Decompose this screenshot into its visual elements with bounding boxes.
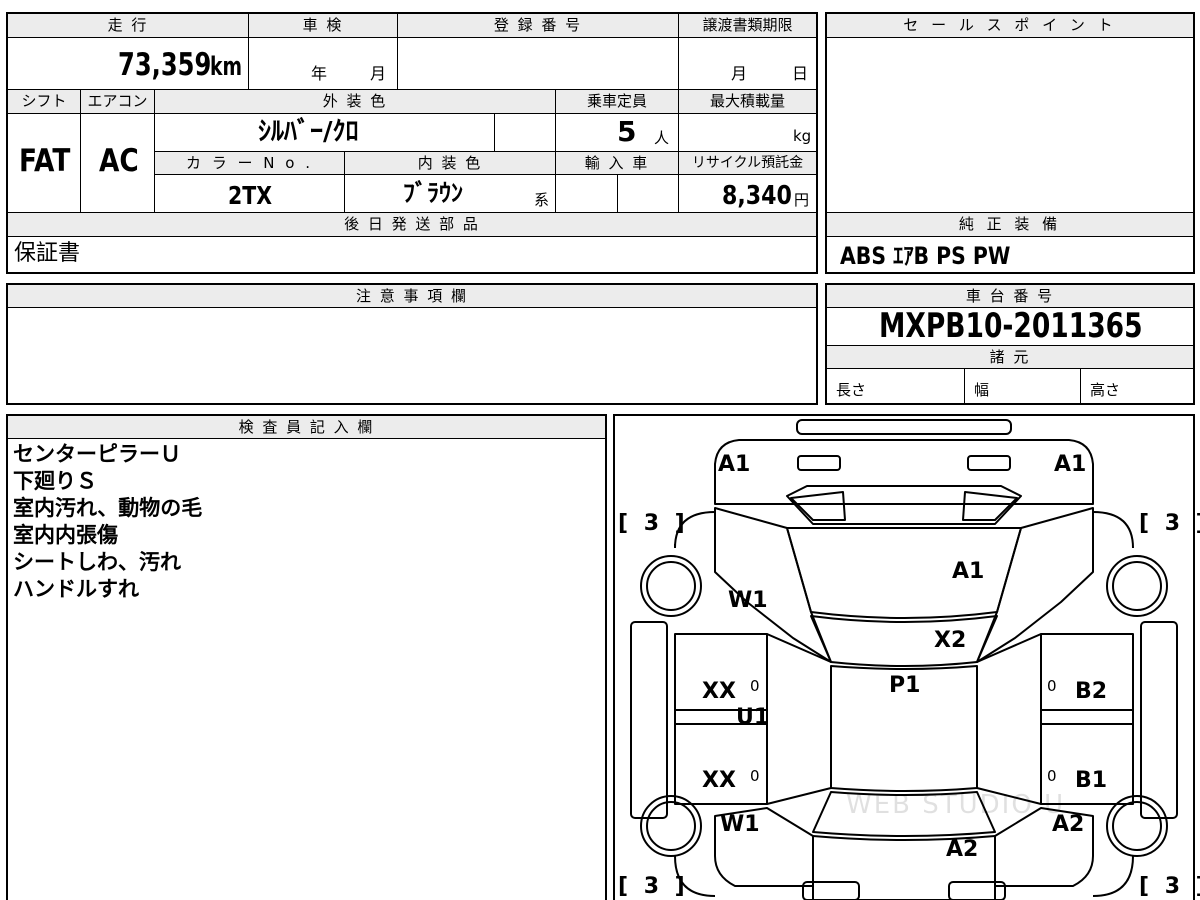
damage-mark-w1-rear: W1 (720, 812, 760, 837)
exterior-color-header: 外 装 色 (155, 90, 555, 113)
inspector-line: 室内汚れ、動物の毛 (13, 496, 203, 520)
door-zero-right-rear: 0 (1047, 767, 1057, 785)
damage-mark-a1-right: A1 (1054, 452, 1087, 477)
capacity-value: 5 (617, 115, 637, 148)
specs-header: 諸 元 (827, 346, 1193, 368)
standard-equipment-header: 純 正 装 備 (827, 213, 1193, 236)
inspector-line: ハンドルすれ (13, 577, 139, 601)
damage-mark-a1-hood: A1 (952, 559, 985, 584)
max-load-header: 最大積載量 (679, 90, 816, 113)
damage-mark-w1-front: W1 (728, 588, 768, 613)
door-zero-right-front: 0 (1047, 677, 1057, 695)
capacity-header: 乗車定員 (556, 90, 678, 113)
interior-color-suffix: 系 (534, 191, 550, 209)
damage-mark-b2: B2 (1075, 679, 1108, 704)
inspector-line: シートしわ、汚れ (13, 550, 181, 574)
interior-color-value: ﾌﾞﾗｳﾝ (403, 179, 463, 207)
exterior-color-value: ｼﾙﾊﾞｰ/ｸﾛ (258, 117, 359, 147)
color-no-value: 2TX (228, 181, 273, 210)
mileage-value: 73,359 (118, 47, 212, 83)
transfer-month-unit: 月 (731, 64, 748, 83)
door-zero-left-rear: 0 (750, 767, 760, 785)
inspector-line: センターピラーＵ (13, 442, 181, 466)
spec-height: 高さ (1090, 381, 1121, 399)
inspector-notes: センターピラーＵ 下廻りＳ 室内汚れ、動物の毛 室内内張傷 シートしわ、汚れ ハ… (13, 441, 202, 603)
chassis-number: MXPB10-2011365 (879, 306, 1143, 346)
standard-equipment-value: ABS ｴｱB PS PW (840, 242, 1011, 270)
inspection-month-unit: 月 (370, 64, 387, 83)
damage-mark-xx-upper: XX (702, 679, 736, 704)
transfer-deadline-header: 譲渡書類期限 (679, 14, 816, 37)
inspection-header: 車 検 (249, 14, 397, 37)
notes-header: 注 意 事 項 欄 (8, 285, 816, 307)
mileage-header: 走 行 (8, 14, 248, 37)
tire-rear-left: [ 3 ] (618, 874, 689, 899)
later-parts-value: 保証書 (14, 241, 81, 266)
damage-mark-x2: X2 (934, 628, 967, 653)
max-load-unit: kg (793, 127, 812, 145)
registration-header: 登 録 番 号 (398, 14, 678, 37)
damage-mark-u1: U1 (736, 705, 770, 730)
tire-front-right: [ 3 ] (1139, 511, 1200, 536)
aircon-value: AC (99, 143, 139, 179)
damage-mark-b1: B1 (1075, 768, 1108, 793)
inspector-header: 検 査 員 記 入 欄 (8, 416, 605, 438)
interior-color-header: 内 装 色 (345, 152, 555, 174)
watermark: WEB STUDIO U (846, 790, 1066, 820)
tire-rear-right: [ 3 ] (1139, 874, 1200, 899)
spec-width: 幅 (974, 381, 990, 399)
aircon-header: エアコン (81, 90, 154, 113)
inspection-year-unit: 年 (311, 64, 328, 83)
recycle-fee-value: 8,340 (722, 181, 792, 211)
recycle-fee-unit: 円 (794, 191, 810, 209)
damage-mark-a1-left: A1 (718, 452, 751, 477)
spec-length: 長さ (836, 381, 867, 399)
car-outline (630, 419, 1178, 900)
damage-mark-p1: P1 (889, 673, 921, 698)
inspector-line: 室内内張傷 (13, 523, 118, 547)
damage-mark-a2-rear: A2 (946, 837, 979, 862)
transfer-day-unit: 日 (792, 64, 809, 83)
capacity-unit: 人 (654, 129, 670, 147)
inspector-line: 下廻りＳ (13, 469, 97, 493)
door-zero-left-front: 0 (750, 677, 760, 695)
mileage-unit: km (210, 52, 242, 82)
tire-front-left: [ 3 ] (618, 511, 689, 536)
sales-point-header: セ ー ル ス ポ イ ン ト (827, 14, 1193, 37)
color-no-header: カ ラ ー N o . (155, 152, 344, 174)
later-parts-header: 後 日 発 送 部 品 (8, 213, 816, 236)
recycle-fee-header: リサイクル預託金 (679, 152, 816, 174)
import-header: 輸 入 車 (556, 152, 678, 174)
damage-mark-xx-lower: XX (702, 768, 736, 793)
chassis-header: 車 台 番 号 (827, 285, 1193, 307)
shift-value: FAT (19, 143, 71, 179)
shift-header: シフト (8, 90, 80, 113)
